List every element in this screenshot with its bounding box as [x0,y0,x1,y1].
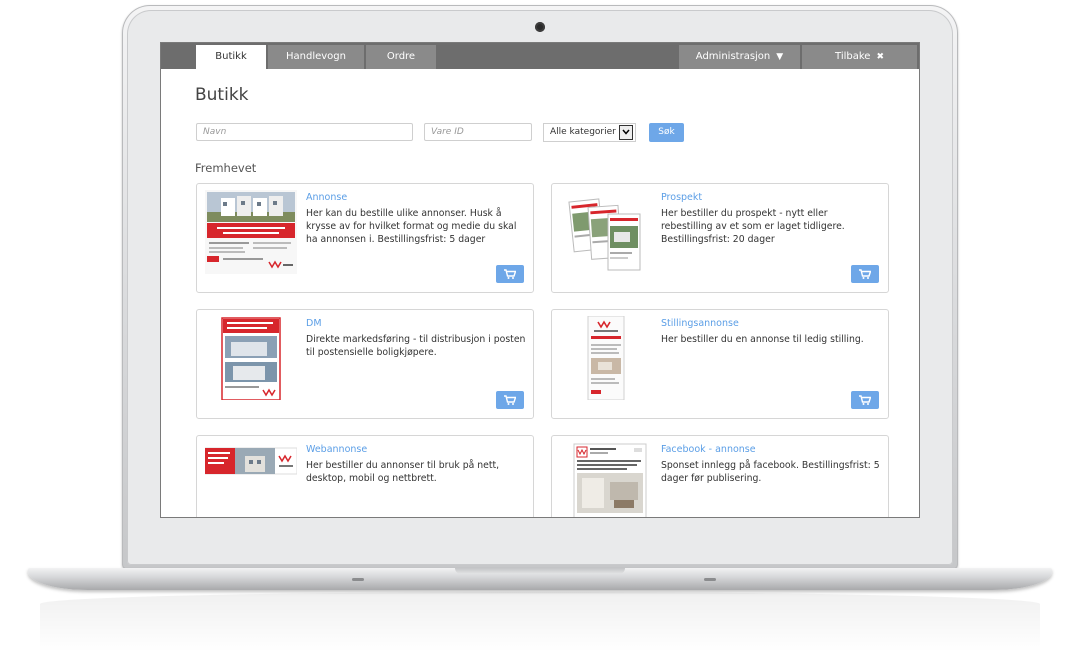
page-title: Butikk [195,85,249,105]
category-select[interactable]: Alle kategorier [543,123,636,142]
product-card-stillingsannonse: Stillingsannonse Her bestiller du en ann… [551,309,889,419]
dm-thumbnail[interactable] [205,316,297,400]
add-to-cart-button[interactable] [496,265,524,283]
stillingsannonse-thumbnail[interactable] [560,316,652,400]
back-label: Tilbake [835,51,871,62]
add-to-cart-button[interactable] [496,391,524,409]
item-id-placeholder: Vare ID [431,127,464,137]
item-id-input[interactable]: Vare ID [424,123,532,141]
facebook-thumbnail[interactable] [560,442,652,517]
shopping-cart-icon [859,395,871,405]
product-card-dm: DM Direkte markedsføring - til distribus… [196,309,534,419]
product-description: Direkte markedsføring - til distribusjon… [306,334,526,358]
product-description: Her bestiller du en annonse til ledig st… [661,334,864,345]
shopping-cart-icon [504,269,516,279]
product-title[interactable]: Stillingsannonse [661,318,739,329]
name-search-input[interactable]: Navn [196,123,413,141]
app-screen: Butikk Handlevogn Ordre Administrasjon ▼ … [161,43,919,517]
laptop-notch [455,568,625,574]
add-to-cart-button[interactable] [851,391,879,409]
product-description: Sponset innlegg på facebook. Bestillings… [661,460,880,484]
administration-menu[interactable]: Administrasjon ▼ [679,45,800,69]
product-description: Her kan du bestille ulike annonser. Husk… [306,208,517,245]
product-title[interactable]: Facebook - annonse [661,444,756,455]
shopping-cart-icon [859,269,871,279]
top-navigation: Butikk Handlevogn Ordre Administrasjon ▼ … [161,43,919,69]
product-title[interactable]: Prospekt [661,192,702,203]
webannonse-thumbnail[interactable] [205,442,297,517]
tab-ordre[interactable]: Ordre [366,45,436,69]
product-title[interactable]: Webannonse [306,444,367,455]
tab-butikk[interactable]: Butikk [196,45,266,69]
search-button[interactable]: Søk [649,123,684,142]
camera-icon [535,22,545,32]
product-title[interactable]: DM [306,318,322,329]
back-button[interactable]: Tilbake ✖ [802,45,917,69]
chevron-down-icon[interactable] [619,125,633,140]
product-card-prospekt: Prospekt Her bestiller du prospekt - nyt… [551,183,889,293]
annonse-thumbnail[interactable] [205,190,297,274]
name-placeholder: Navn [203,127,227,137]
tab-handlevogn[interactable]: Handlevogn [268,45,364,69]
laptop-foot [352,578,364,581]
prospekt-thumbnail[interactable] [560,190,652,274]
close-icon: ✖ [876,52,884,62]
product-description: Her bestiller du prospekt - nytt eller r… [661,208,845,245]
product-card-webannonse: Webannonse Her bestiller du annonser til… [196,435,534,517]
caret-down-icon: ▼ [776,52,784,62]
administration-label: Administrasjon [695,51,771,62]
product-card-facebook: Facebook - annonse Sponset innlegg på fa… [551,435,889,517]
shopping-cart-icon [504,395,516,405]
laptop-foot [704,578,716,581]
product-card-annonse: Annonse Her kan du bestille ulike annons… [196,183,534,293]
product-description: Her bestiller du annonser til bruk på ne… [306,460,500,484]
category-selected-value: Alle kategorier [550,127,616,137]
laptop-reflection [40,592,1040,652]
add-to-cart-button[interactable] [851,265,879,283]
product-title[interactable]: Annonse [306,192,347,203]
featured-section-title: Fremhevet [195,161,257,175]
